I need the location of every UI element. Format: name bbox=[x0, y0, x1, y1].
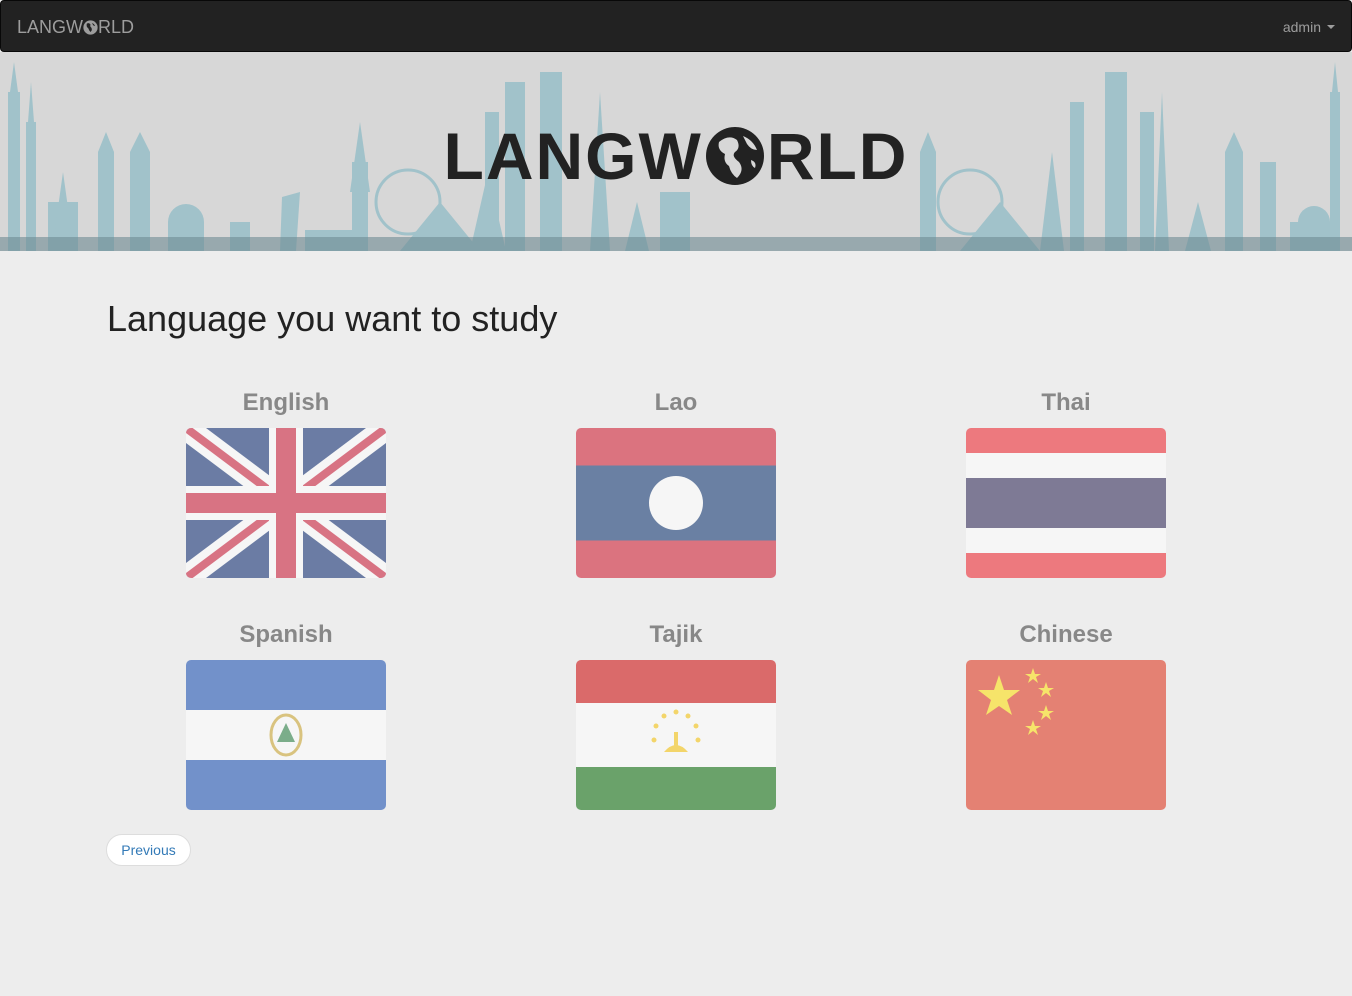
language-card-lao[interactable]: Lao bbox=[576, 388, 776, 578]
globe-icon bbox=[83, 20, 98, 35]
brand-suffix: RLD bbox=[98, 17, 135, 37]
tajikistan-flag[interactable] bbox=[576, 660, 776, 810]
uk-flag[interactable] bbox=[186, 428, 386, 578]
banner-logo: LANGW RLD bbox=[0, 118, 1352, 194]
globe-icon bbox=[705, 127, 764, 185]
page-title: Language you want to study bbox=[107, 298, 558, 339]
caret-down-icon bbox=[1327, 25, 1335, 29]
language-card-thai[interactable]: Thai bbox=[966, 388, 1166, 578]
language-card-english[interactable]: English bbox=[186, 388, 386, 578]
hero-banner: LANGW RLD bbox=[0, 52, 1352, 251]
top-navbar: LANGW RLD admin bbox=[0, 0, 1352, 52]
language-name: Thai bbox=[1041, 389, 1091, 416]
brand-link[interactable]: LANGW RLD bbox=[17, 17, 134, 38]
banner-logo-prefix: LANGW bbox=[443, 119, 703, 193]
china-flag[interactable] bbox=[966, 660, 1166, 810]
user-label: admin bbox=[1282, 19, 1321, 35]
language-card-chinese[interactable]: Chinese bbox=[966, 620, 1166, 810]
banner-logo-suffix: RLD bbox=[766, 119, 909, 193]
language-name: Chinese bbox=[1019, 621, 1113, 648]
language-card-spanish[interactable]: Spanish bbox=[186, 620, 386, 810]
language-name: English bbox=[242, 389, 330, 416]
language-name: Tajik bbox=[649, 621, 703, 648]
brand-prefix: LANGW bbox=[17, 17, 84, 37]
laos-flag[interactable] bbox=[576, 428, 776, 578]
previous-button[interactable]: Previous bbox=[106, 834, 191, 866]
thailand-flag[interactable] bbox=[966, 428, 1166, 578]
language-card-tajik[interactable]: Tajik bbox=[576, 620, 776, 810]
user-dropdown[interactable]: admin bbox=[1283, 19, 1335, 35]
language-name: Spanish bbox=[239, 621, 333, 648]
el-salvador-flag[interactable] bbox=[186, 660, 386, 810]
language-name: Lao bbox=[654, 389, 698, 416]
